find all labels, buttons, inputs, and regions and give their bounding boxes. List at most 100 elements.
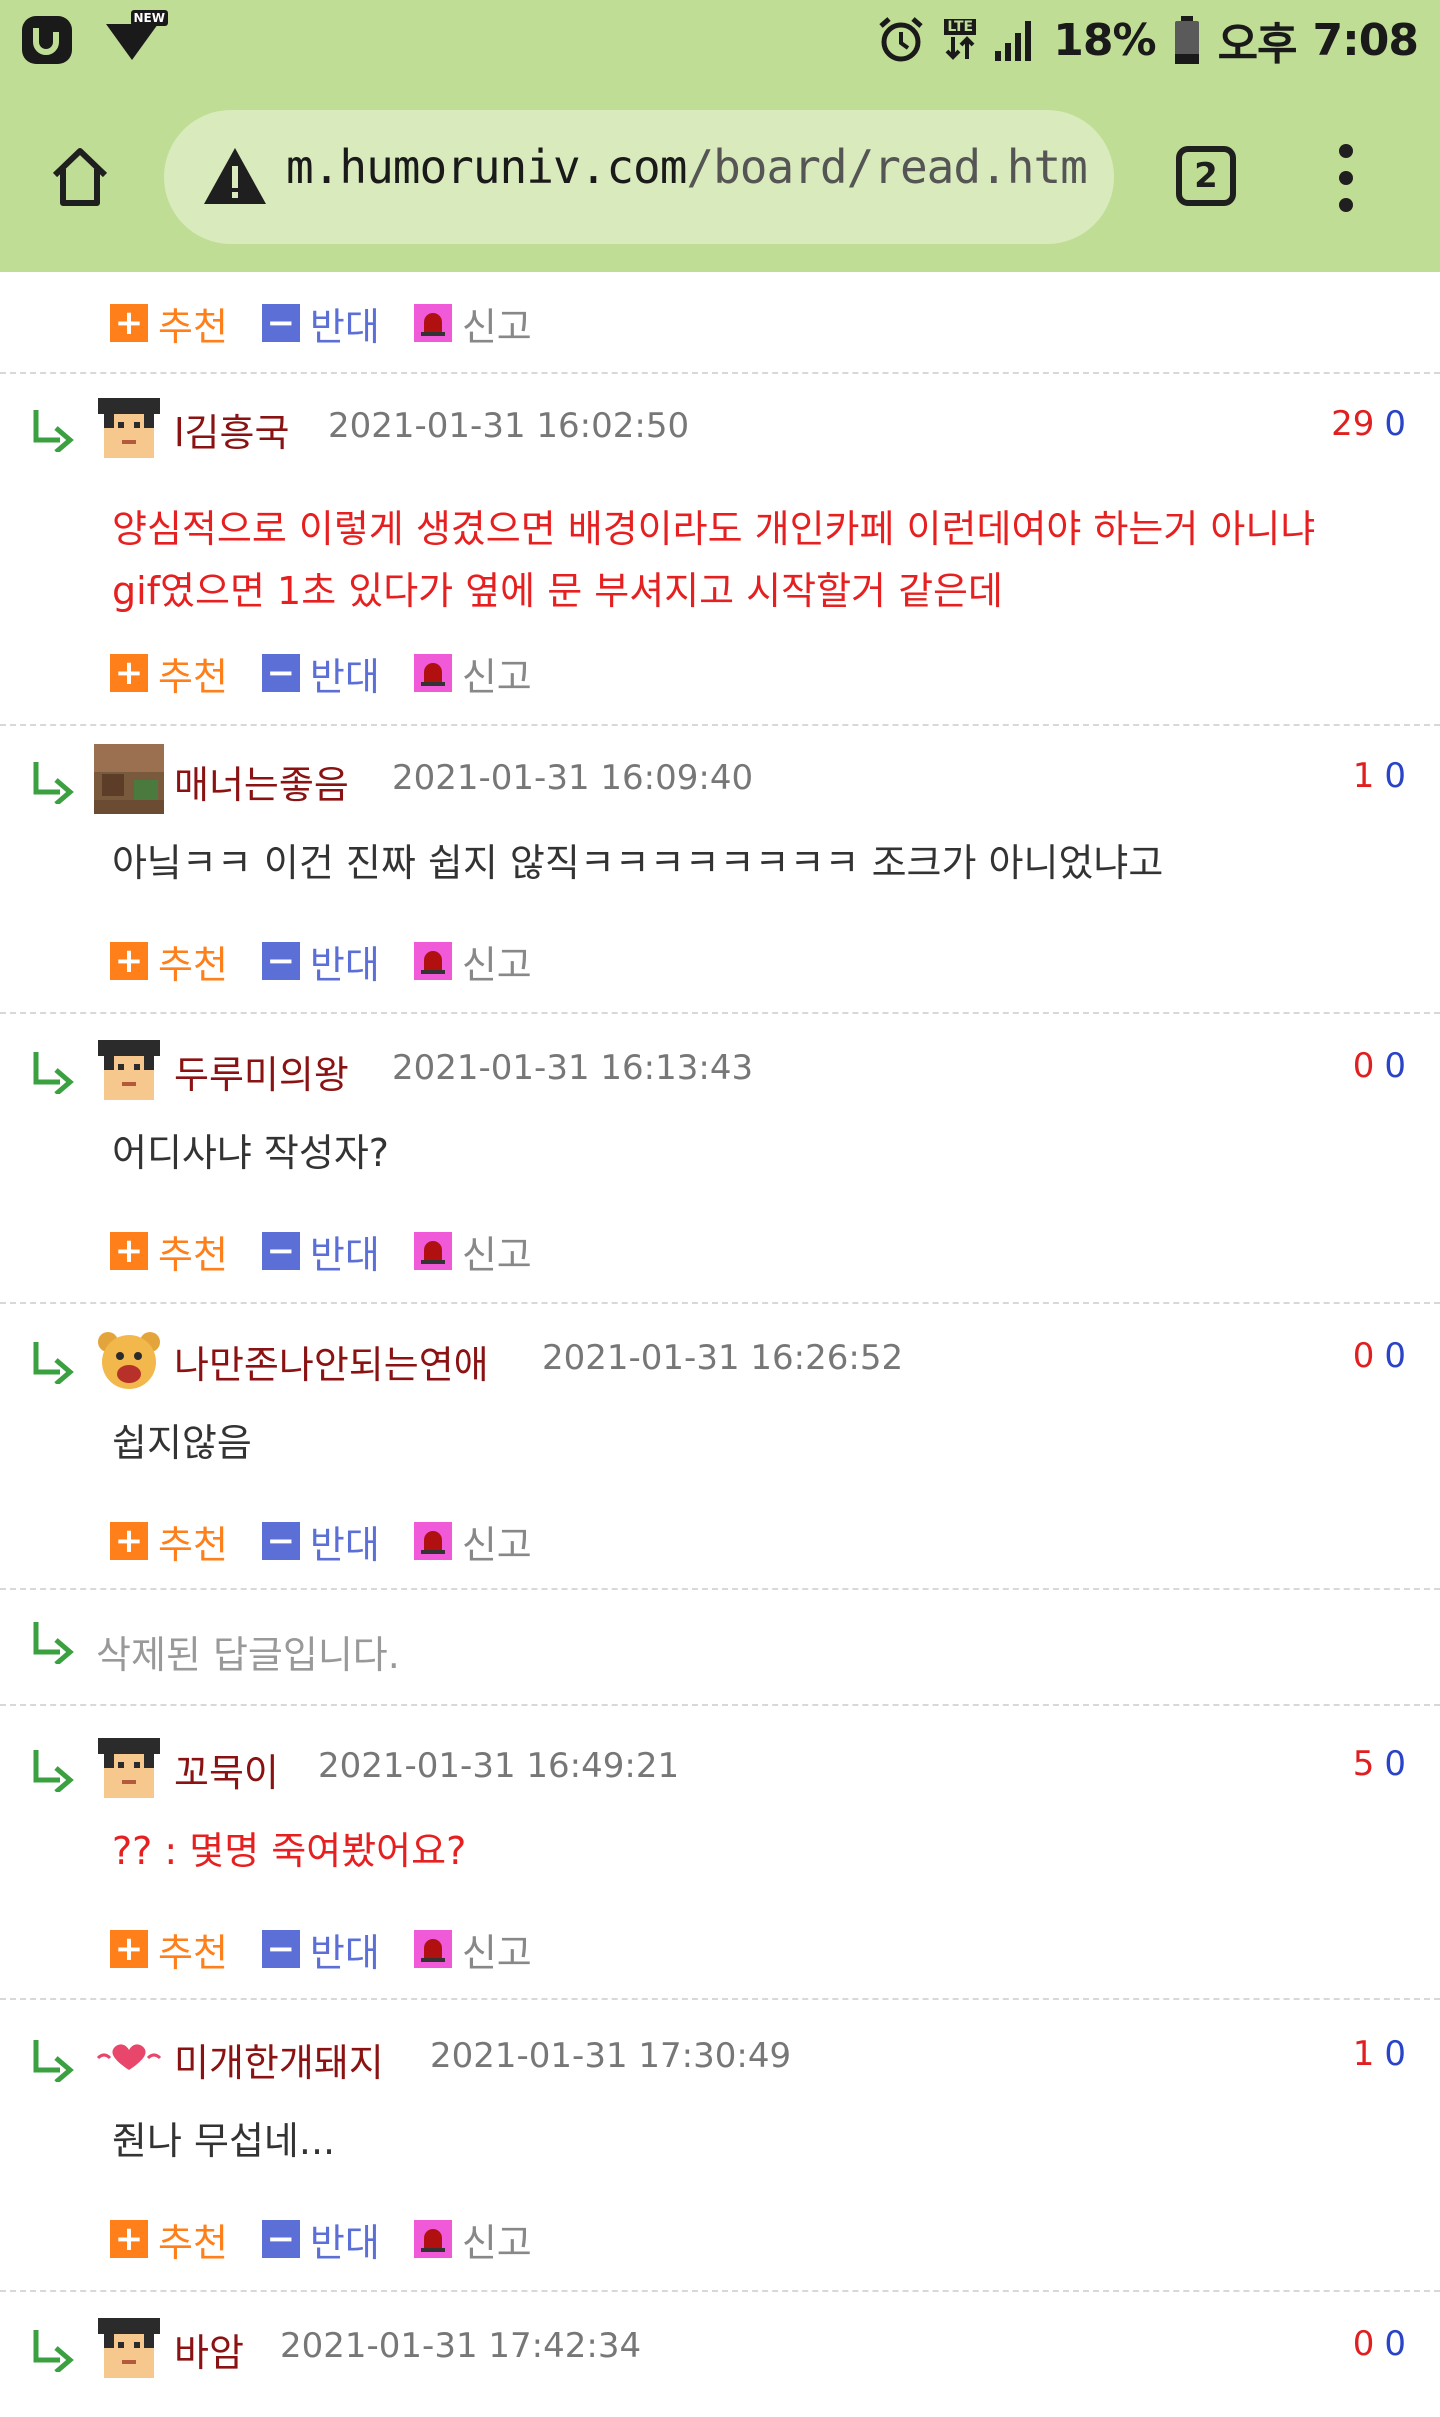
new-notification-icon: NEW: [102, 10, 168, 66]
divider: [0, 372, 1440, 374]
browser-chrome: NEW LTE 18% 오후 7:08 m.humoruniv.com/boar…: [0, 0, 1440, 272]
comment-date: 2021-01-31 16:26:52: [542, 1338, 904, 1378]
recommend-label: 추천: [158, 942, 228, 987]
clock-time: 7:08: [1312, 14, 1419, 66]
url-text[interactable]: m.humoruniv.com/board/read.htm: [286, 140, 1088, 194]
report-button[interactable]: 신고: [413, 934, 532, 989]
report-button[interactable]: 신고: [413, 1224, 532, 1279]
comment-vote-counts: 00: [1353, 1336, 1406, 1376]
signal-icon: [993, 17, 1037, 63]
oppose-label: 반대: [309, 654, 380, 699]
oppose-button[interactable]: − 반대: [261, 646, 380, 701]
home-icon: [52, 148, 108, 206]
report-button[interactable]: 신고: [413, 646, 532, 701]
oppose-label: 반대: [309, 942, 380, 987]
downvote-count: 0: [1384, 2034, 1406, 2074]
plus-icon: +: [110, 942, 148, 980]
recommend-label: 추천: [158, 654, 228, 699]
report-button[interactable]: 신고: [413, 2212, 532, 2267]
recommend-button[interactable]: + 추천: [110, 934, 228, 989]
comment-vote-counts: 10: [1353, 756, 1406, 796]
plus-icon: +: [110, 1930, 148, 1968]
comment-author[interactable]: 바암: [174, 2322, 244, 2377]
report-button[interactable]: 신고: [413, 296, 532, 351]
comment-author[interactable]: 매너는좋음: [174, 754, 349, 809]
overflow-menu-button[interactable]: [1322, 138, 1370, 218]
report-button[interactable]: 신고: [413, 1922, 532, 1977]
comment-author[interactable]: 미개한개돼지: [174, 2032, 384, 2087]
reply-arrow-icon: [30, 406, 78, 454]
oppose-label: 반대: [309, 1232, 380, 1277]
comment-author[interactable]: 나만존나안되는연애: [174, 1334, 489, 1389]
oppose-button[interactable]: − 반대: [261, 296, 380, 351]
comment-vote-counts: 50: [1353, 1744, 1406, 1784]
comment-vote-counts: 29 0: [1331, 404, 1406, 444]
avatar: [94, 744, 164, 814]
divider: [0, 1588, 1440, 1590]
new-badge: NEW: [130, 10, 168, 26]
report-label: 신고: [461, 942, 532, 987]
menu-dot-icon: [1339, 171, 1353, 185]
reply-arrow-icon: [30, 2326, 78, 2374]
comment-vote-counts: 00: [1353, 2324, 1406, 2364]
oppose-button[interactable]: − 반대: [261, 1922, 380, 1977]
url-host: m.humoruniv.com: [286, 140, 687, 194]
oppose-button[interactable]: − 반대: [261, 1224, 380, 1279]
reply-arrow-icon: [30, 1746, 78, 1794]
minus-icon: −: [261, 1930, 300, 1968]
comment-vote-counts: 00: [1353, 1046, 1406, 1086]
siren-icon: [413, 2220, 452, 2258]
recommend-button[interactable]: + 추천: [110, 1514, 228, 1569]
comment-vote-counts: 10: [1353, 2034, 1406, 2074]
comment-line: 줜나 무섭네...: [112, 2119, 336, 2163]
recommend-button[interactable]: + 추천: [110, 646, 228, 701]
comment-date: 2021-01-31 17:42:34: [280, 2326, 642, 2366]
battery-icon: [1172, 14, 1202, 66]
comment-author[interactable]: 두루미의왕: [174, 1044, 349, 1099]
oppose-button[interactable]: − 반대: [261, 934, 380, 989]
comment-body: 양심적으로 이렇게 생겼으면 배경이라도 개인카페 이런데여야 하는거 아니냐 g…: [112, 498, 1412, 622]
avatar: [94, 2022, 164, 2092]
minus-icon: −: [261, 2220, 300, 2258]
oppose-button[interactable]: − 반대: [261, 1514, 380, 1569]
report-button[interactable]: 신고: [413, 1514, 532, 1569]
tab-count: 2: [1194, 156, 1218, 196]
avatar: [94, 1034, 164, 1104]
divider: [0, 2290, 1440, 2292]
report-label: 신고: [461, 1232, 532, 1277]
report-label: 신고: [461, 1522, 532, 1567]
comment-body: 쉽지않음: [112, 1412, 1412, 1474]
tab-switcher-button[interactable]: 2: [1176, 146, 1236, 206]
recommend-button[interactable]: + 추천: [110, 296, 228, 351]
minus-icon: −: [261, 942, 300, 980]
vote-row: + 추천 − 반대 신고: [110, 296, 566, 351]
comment-body: 아닠ㅋㅋ 이건 진짜 쉽지 않직ㅋㅋㅋㅋㅋㅋㅋㅋ 조크가 아니었냐고: [112, 832, 1412, 894]
plus-icon: +: [110, 1522, 148, 1560]
downvote-count: 0: [1384, 404, 1406, 444]
siren-icon: [413, 304, 452, 342]
comment-author[interactable]: 꼬묵이: [174, 1742, 279, 1797]
oppose-label: 반대: [309, 1522, 380, 1567]
upvote-count: 0: [1352, 2324, 1375, 2364]
vote-row: + 추천 − 반대 신고: [110, 646, 566, 701]
not-secure-warning-icon[interactable]: [200, 142, 270, 212]
divider: [0, 1302, 1440, 1304]
recommend-button[interactable]: + 추천: [110, 1922, 228, 1977]
recommend-button[interactable]: + 추천: [110, 2212, 228, 2267]
comment-author[interactable]: l김흥국: [174, 402, 289, 457]
comment-body: ?? : 몇명 죽여봤어요?: [112, 1820, 1412, 1882]
oppose-button[interactable]: − 반대: [261, 2212, 380, 2267]
report-label: 신고: [461, 654, 532, 699]
comment-line: 쉽지않음: [112, 1421, 252, 1465]
oppose-label: 반대: [309, 304, 380, 349]
recommend-button[interactable]: + 추천: [110, 1224, 228, 1279]
upvote-count: 1: [1352, 2034, 1375, 2074]
recommend-label: 추천: [158, 1232, 228, 1277]
downvote-count: 0: [1384, 1336, 1406, 1376]
avatar: [94, 1324, 164, 1394]
home-button[interactable]: [40, 136, 120, 216]
reply-arrow-icon: [30, 1618, 78, 1666]
comment-line: ?? : 몇명 죽여봤어요?: [112, 1829, 467, 1873]
address-bar[interactable]: m.humoruniv.com/board/read.htm: [164, 110, 1114, 244]
alarm-icon: [875, 14, 927, 66]
